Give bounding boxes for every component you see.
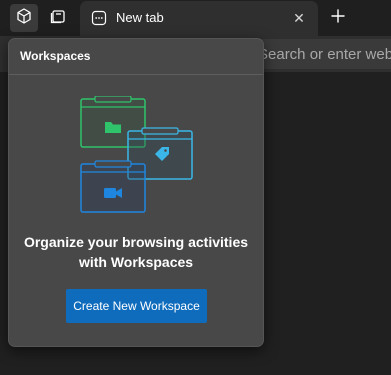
workspaces-button[interactable] — [10, 4, 38, 32]
workspaces-flyout: Workspaces Organize your browsing activi… — [8, 38, 264, 347]
tab-new-tab[interactable]: New tab ✕ — [80, 1, 318, 36]
new-tab-button[interactable] — [324, 4, 352, 32]
flyout-heading-line1: Organize your browsing activities — [23, 234, 249, 250]
flyout-divider — [9, 74, 263, 75]
flyout-title: Workspaces — [20, 49, 91, 63]
close-icon[interactable]: ✕ — [288, 7, 310, 29]
new-tab-grid-icon — [90, 9, 108, 27]
tab-actions-button[interactable] — [44, 4, 72, 32]
plus-icon — [330, 8, 346, 29]
tab-title: New tab — [116, 10, 164, 25]
address-placeholder: Search or enter web address — [258, 46, 391, 63]
flyout-heading: Organize your browsing activities with W… — [9, 232, 263, 272]
workspaces-cube-icon — [15, 7, 33, 30]
tab-strip: New tab ✕ — [0, 0, 391, 36]
workspaces-illustration — [79, 95, 199, 216]
blue-window-illustration — [80, 160, 146, 213]
flyout-heading-line2: with Workspaces — [78, 254, 194, 270]
create-new-workspace-button[interactable]: Create New Workspace — [66, 289, 207, 323]
tab-actions-icon — [50, 8, 66, 29]
